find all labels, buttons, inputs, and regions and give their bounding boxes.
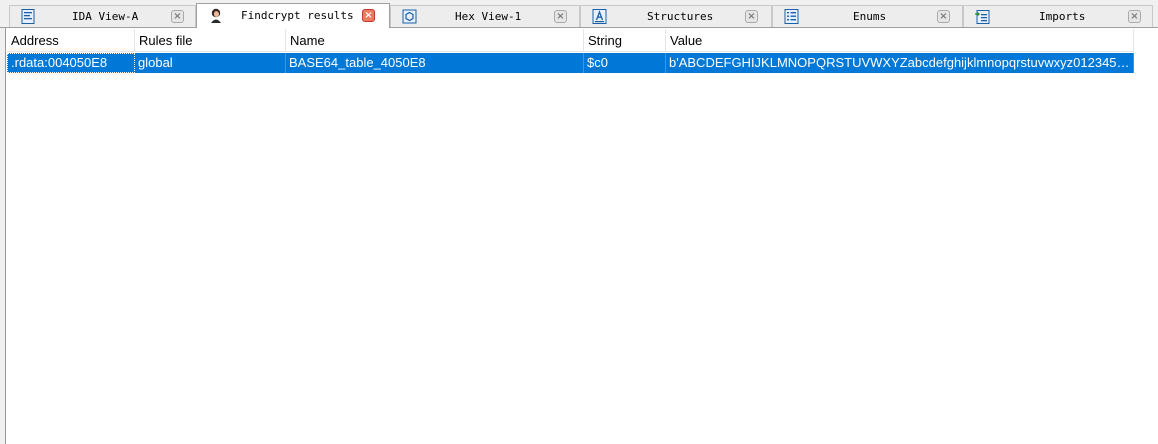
table-row[interactable]: .rdata:004050E8 global BASE64_table_4050… [7,53,1134,73]
structures-icon [592,9,607,24]
ida-window: IDA View-A × Findcrypt results × Hex Vie… [0,0,1158,444]
tab-label: Findcrypt results [241,9,354,22]
cell-address[interactable]: .rdata:004050E8 [7,53,135,73]
column-header-value[interactable]: Value [666,29,1134,52]
tab-findcrypt-results[interactable]: Findcrypt results × [196,3,390,28]
cell-rules-file[interactable]: global [135,53,286,73]
cell-name[interactable]: BASE64_table_4050E8 [286,53,584,73]
close-icon[interactable]: × [554,10,567,23]
column-header-address[interactable]: Address [7,29,135,52]
ida-view-icon [21,9,35,24]
close-icon[interactable]: × [937,10,950,23]
findcrypt-results-table: Address Rules file Name String Value .rd… [7,29,1158,444]
tab-label: Hex View-1 [455,10,522,23]
tab-label: IDA View-A [72,10,139,23]
tab-label: Imports [1039,10,1086,23]
hex-view-icon [402,9,417,24]
left-splitter[interactable] [0,28,6,444]
tab-label: Structures [647,10,714,23]
column-header-name[interactable]: Name [286,29,584,52]
close-icon[interactable]: × [1128,10,1141,23]
tab-bar: IDA View-A × Findcrypt results × Hex Vie… [0,0,1158,28]
cell-string[interactable]: $c0 [584,53,666,73]
cell-value[interactable]: b'ABCDEFGHIJKLMNOPQRSTUVWXYZabcdefghijkl… [666,53,1134,73]
table-header: Address Rules file Name String Value [7,29,1134,52]
tab-hex-view-1[interactable]: Hex View-1 × [390,5,580,27]
tab-imports[interactable]: Imports × [963,5,1153,27]
column-header-rules-file[interactable]: Rules file [135,29,286,52]
tab-ida-view-a[interactable]: IDA View-A × [9,5,196,27]
tab-enums[interactable]: Enums × [772,5,963,27]
column-header-string[interactable]: String [584,29,666,52]
close-icon[interactable]: × [171,10,184,23]
close-icon[interactable]: × [745,10,758,23]
close-icon[interactable]: × [362,9,375,22]
imports-icon [975,10,990,24]
tab-structures[interactable]: Structures × [580,5,772,27]
tab-label: Enums [853,10,887,23]
enums-icon [784,9,799,24]
findcrypt-icon [211,8,221,23]
